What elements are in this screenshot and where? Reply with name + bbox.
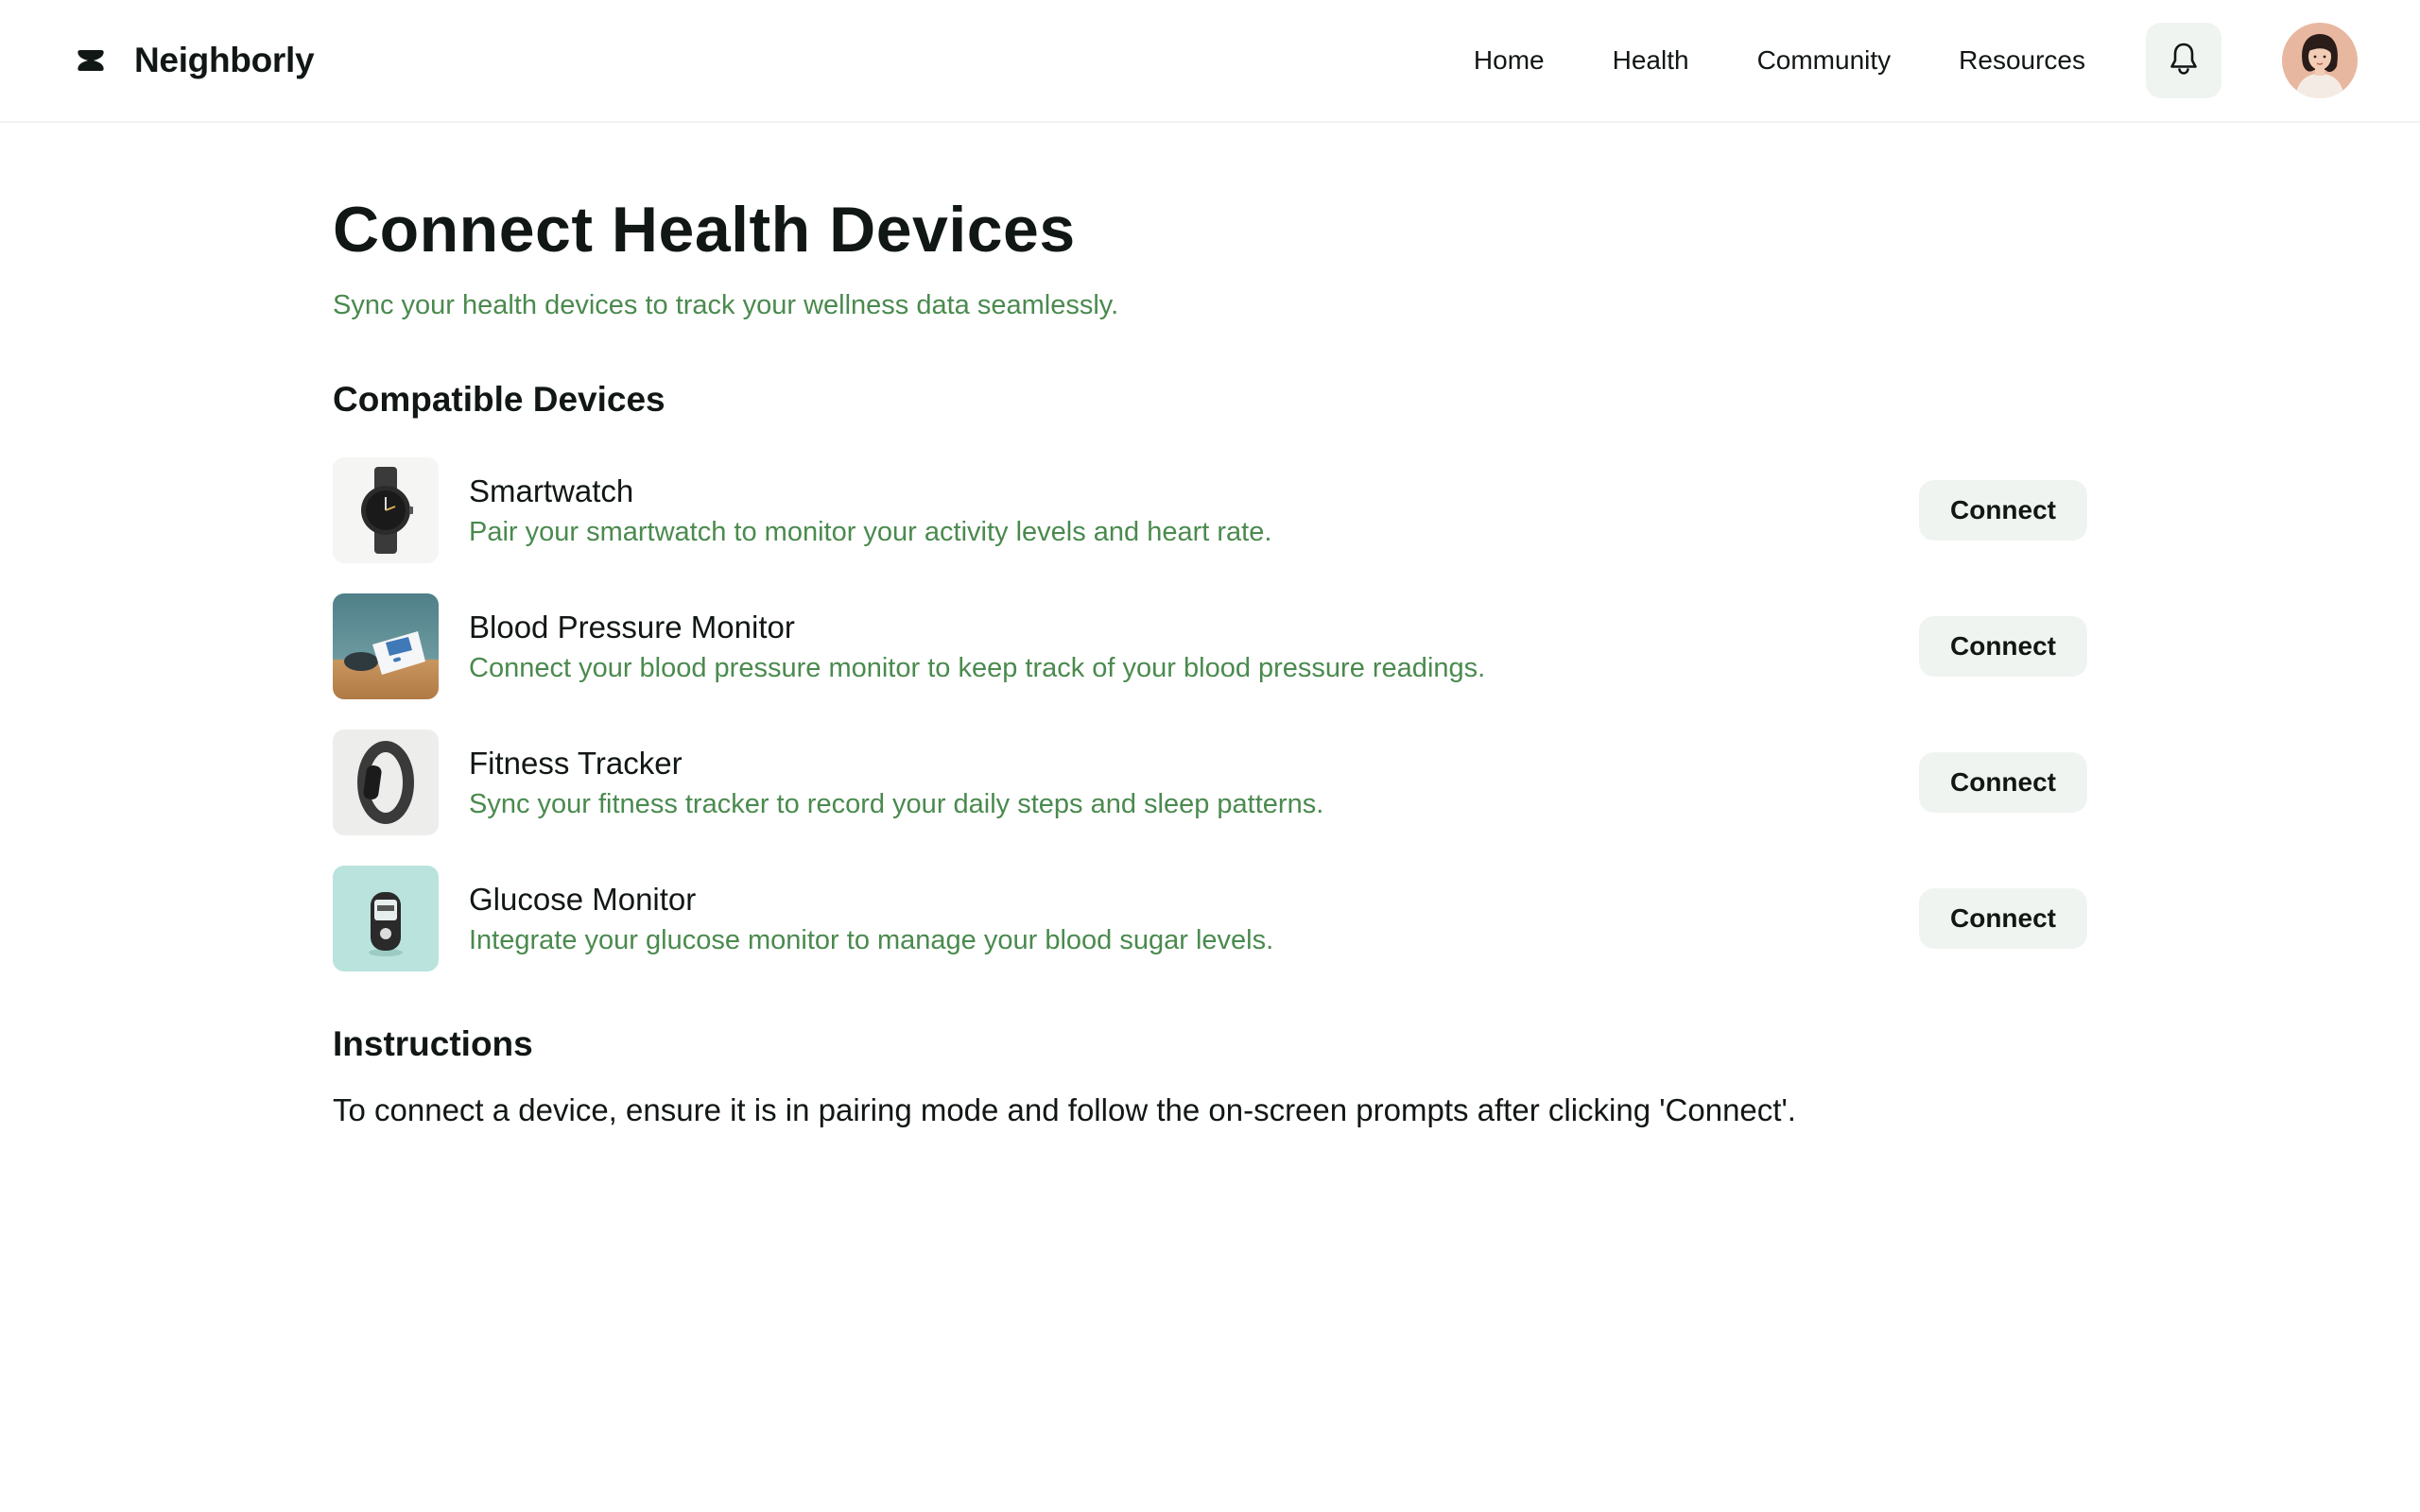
device-name: Glucose Monitor <box>469 881 697 917</box>
brand[interactable]: Neighborly <box>76 41 315 80</box>
compatible-devices-heading: Compatible Devices <box>333 380 666 420</box>
connect-blood-pressure-monitor-button[interactable]: Connect <box>1919 616 2087 678</box>
instructions-text: To connect a device, ensure it is in pai… <box>333 1092 1796 1128</box>
connect-glucose-monitor-button[interactable]: Connect <box>1919 888 2087 950</box>
device-name: Blood Pressure Monitor <box>469 609 795 644</box>
device-description: Connect your blood pressure monitor to k… <box>469 652 1486 683</box>
main-content: Connect Health Devices Sync your health … <box>333 123 2087 1134</box>
nav-link-resources[interactable]: Resources <box>1959 45 2085 76</box>
instructions-heading: Instructions <box>333 1024 533 1064</box>
fitness-tracker-image <box>333 730 439 836</box>
page-title: Connect Health Devices <box>333 194 1076 266</box>
device-description: Integrate your glucose monitor to manage… <box>469 924 1274 955</box>
notifications-button[interactable] <box>2146 23 2221 98</box>
device-text: Blood Pressure Monitor Connect your bloo… <box>469 610 1485 684</box>
device-text: Fitness Tracker Sync your fitness tracke… <box>469 746 1323 820</box>
connect-fitness-tracker-button[interactable]: Connect <box>1919 752 2087 814</box>
top-nav-bar: Neighborly Home Health Community Resourc… <box>0 0 2420 123</box>
glucose-monitor-image <box>333 866 439 972</box>
blood-pressure-monitor-image <box>333 593 439 700</box>
nav-link-home[interactable]: Home <box>1474 45 1545 76</box>
bell-icon <box>2168 42 2200 80</box>
device-description: Pair your smartwatch to monitor your act… <box>469 516 1272 547</box>
nav-link-community[interactable]: Community <box>1757 45 1892 76</box>
page-subtitle: Sync your health devices to track your w… <box>333 289 1119 320</box>
brand-name: Neighborly <box>134 41 315 79</box>
user-avatar[interactable] <box>2282 23 2358 98</box>
device-row-glucose-monitor: Glucose Monitor Integrate your glucose m… <box>333 850 2087 987</box>
device-text: Glucose Monitor Integrate your glucose m… <box>469 882 1273 956</box>
connect-smartwatch-button[interactable]: Connect <box>1919 480 2087 541</box>
device-text: Smartwatch Pair your smartwatch to monit… <box>469 473 1271 548</box>
device-row-fitness-tracker: Fitness Tracker Sync your fitness tracke… <box>333 714 2087 850</box>
nav-link-health[interactable]: Health <box>1613 45 1689 76</box>
device-name: Fitness Tracker <box>469 745 683 781</box>
device-description: Sync your fitness tracker to record your… <box>469 788 1324 819</box>
main-nav: Home Health Community Resources <box>1474 23 2358 98</box>
nav-links: Home Health Community Resources <box>1474 45 2085 76</box>
device-row-smartwatch: Smartwatch Pair your smartwatch to monit… <box>333 442 2087 578</box>
smartwatch-image <box>333 457 439 564</box>
device-name: Smartwatch <box>469 472 634 508</box>
logo-icon <box>76 45 106 76</box>
device-row-blood-pressure-monitor: Blood Pressure Monitor Connect your bloo… <box>333 578 2087 714</box>
device-list: Smartwatch Pair your smartwatch to monit… <box>333 442 2087 987</box>
